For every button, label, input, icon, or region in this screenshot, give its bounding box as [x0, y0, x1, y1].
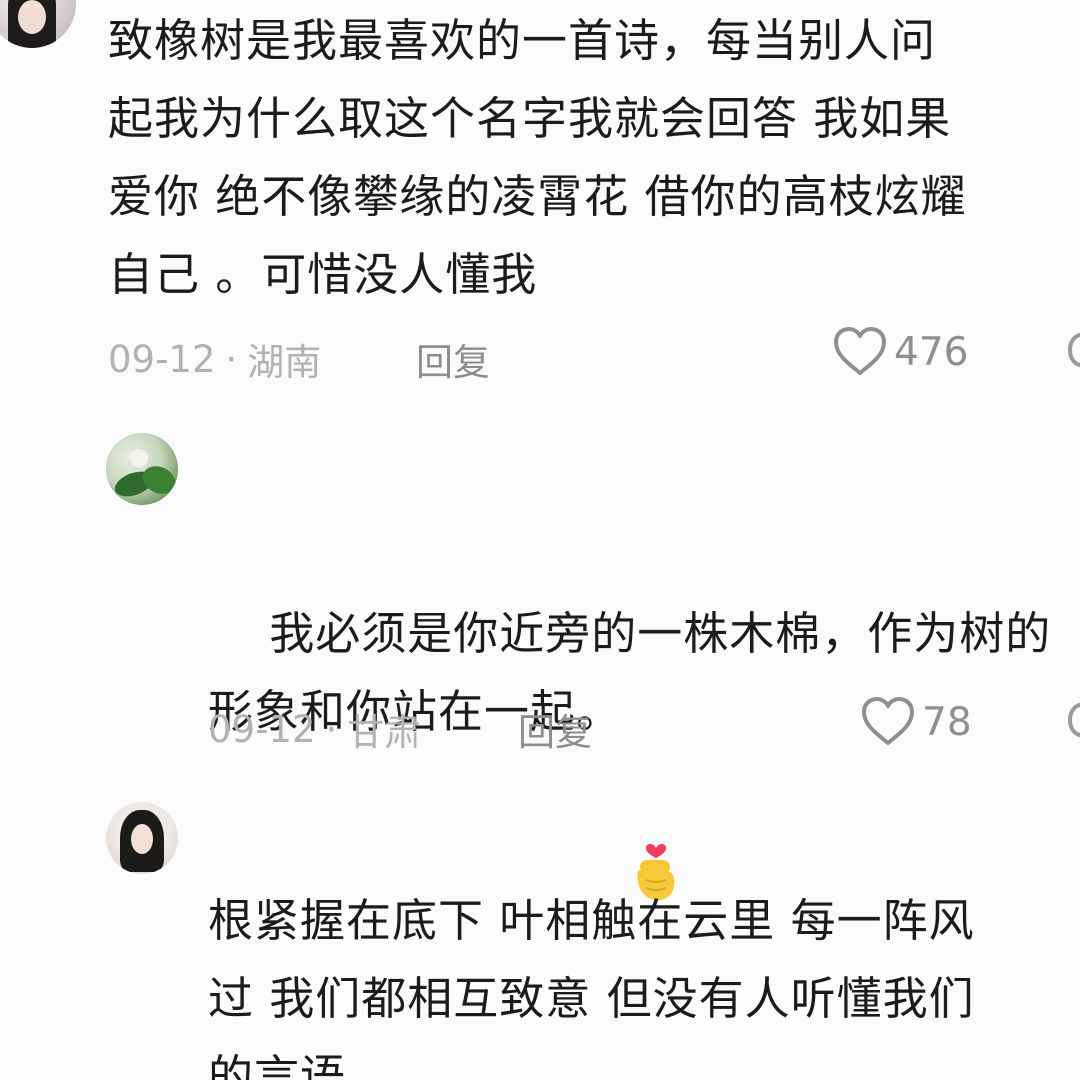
- comment-bubble-icon[interactable]: [1066, 330, 1080, 370]
- meta-separator: ·: [225, 337, 238, 381]
- reply-button[interactable]: 回复: [416, 332, 490, 386]
- comment-date: 09-12: [208, 707, 316, 751]
- commenter-avatar[interactable]: [106, 433, 178, 505]
- comment-meta: 09-12 · 甘肃: [208, 702, 421, 756]
- comment-location: 湖南: [247, 341, 322, 384]
- reply-button[interactable]: 回复: [518, 702, 592, 756]
- finger-heart-emoji: [632, 682, 680, 901]
- comment-date: 09-12: [108, 337, 216, 381]
- comment-text: 致橡树是我最喜欢的一首诗，每当别人问 起我为什么取这个名字我就会回答 我如果 爱…: [108, 14, 967, 301]
- commenter-avatar[interactable]: [0, 0, 76, 48]
- comment-text: 根紧握在底下 叶相触在云里 每一阵风 过 我们都相互致意 但没有人听懂我们 的言…: [208, 894, 975, 1080]
- commenter-avatar[interactable]: [106, 802, 178, 874]
- like-count: 476: [894, 329, 969, 375]
- avatar-face: [131, 824, 153, 854]
- comment-meta: 09-12 · 湖南: [108, 332, 321, 386]
- meta-separator: ·: [325, 707, 338, 751]
- heart-outline-icon: [862, 697, 914, 745]
- heart-outline-icon: [834, 327, 886, 375]
- avatar-flower: [130, 449, 148, 467]
- avatar-face: [18, 0, 46, 34]
- like-button[interactable]: 476: [832, 326, 968, 378]
- comment-text: 我必须是你近旁的一株木棉，作为树的 形象和你站在一起。: [208, 517, 1080, 901]
- like-count: 78: [922, 699, 972, 745]
- comment-location: 甘肃: [347, 711, 422, 754]
- like-button[interactable]: 78: [860, 696, 972, 748]
- comment-list: 致橡树是我最喜欢的一首诗，每当别人问 起我为什么取这个名字我就会回答 我如果 爱…: [0, 0, 1080, 1080]
- comment-bubble-icon[interactable]: [1066, 700, 1080, 740]
- avatar-leaf: [138, 461, 178, 499]
